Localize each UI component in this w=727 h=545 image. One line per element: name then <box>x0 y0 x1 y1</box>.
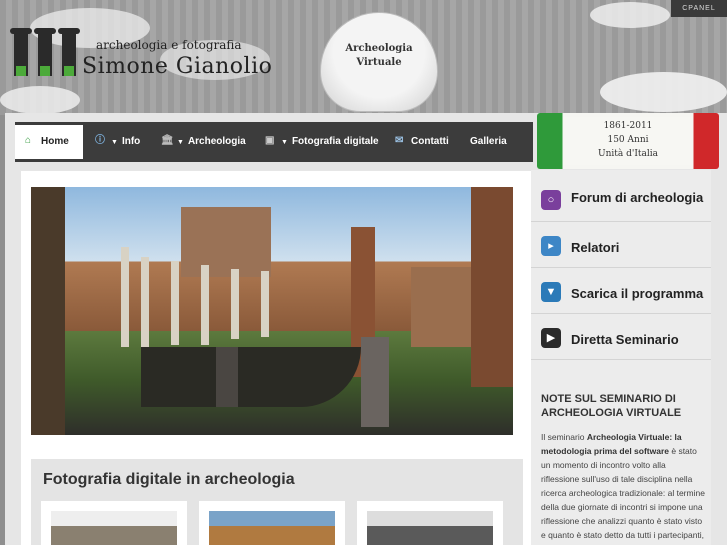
cpanel-button[interactable]: CPANEL <box>671 0 727 17</box>
forum-icon: ○ <box>541 190 561 210</box>
nav-contatti-label: Contatti <box>411 136 449 147</box>
note-text: Il seminario Archeologia Virtuale: la me… <box>541 430 706 545</box>
thumbnail-card[interactable] <box>357 501 503 545</box>
hero-image-villa-adriana[interactable] <box>31 187 513 435</box>
unita-italia-banner[interactable]: 1861-2011 150 Anni Unità d'Italia <box>537 113 719 169</box>
featured-section: Fotografia digitale in archeologia <box>31 459 523 545</box>
cloud <box>0 86 80 114</box>
info-icon: ⓘ <box>95 135 105 147</box>
nav-info-label: Info <box>121 136 141 147</box>
video-icon: ▶ <box>541 328 561 348</box>
nav-archeologia-label: Archeologia <box>187 136 246 147</box>
home-icon: ⌂ <box>25 135 32 147</box>
sidebar-item-programma[interactable]: ▼ Scarica il programma <box>531 268 711 314</box>
sidebar: ○ Forum di archeologia ▸ Relatori ▼ Scar… <box>531 170 711 545</box>
thumbnail-card[interactable] <box>41 501 187 545</box>
nav-fotografia-label: Fotografia digitale <box>291 136 379 147</box>
section-title: Fotografia digitale in archeologia <box>43 471 295 488</box>
balloon-line2: Virtuale <box>356 57 402 68</box>
banner-line1: 1861-2011 <box>603 121 653 131</box>
thumbnail-card[interactable] <box>199 501 345 545</box>
nav-info[interactable]: ⓘ ▼ Info <box>95 122 140 162</box>
sidebar-item-label: Relatori <box>571 240 620 255</box>
download-icon: ▼ <box>541 282 561 302</box>
sidebar-item-label: Scarica il programma <box>571 286 704 301</box>
mail-icon: ✉ <box>395 135 404 147</box>
note-rest: è stato un momento di incontro volto all… <box>541 446 705 545</box>
balloon-line1: Archeologia <box>345 43 413 54</box>
note-title: NOTE SUL SEMINARIO DI ARCHEOLOGIA VIRTUA… <box>541 393 682 419</box>
main-navigation: ⌂ Home ⓘ ▼ Info 🏛 ▼ Archeologia ▣ ▼ Fotografia … <box>15 122 533 162</box>
nav-galleria[interactable]: Galleria <box>470 122 507 162</box>
nav-fotografia[interactable]: ▣ ▼ Fotografia digitale <box>265 122 379 162</box>
content-area: Fotografia digitale in archeologia <box>21 171 533 545</box>
megaphone-icon: ▸ <box>541 236 561 256</box>
cloud <box>590 2 670 28</box>
nav-home[interactable]: ⌂ Home <box>15 125 83 159</box>
nav-archeologia[interactable]: 🏛 ▼ Archeologia <box>161 122 246 162</box>
sidebar-item-diretta[interactable]: ▶ Diretta Seminario <box>531 314 711 360</box>
logo-columns-icon[interactable] <box>10 28 80 84</box>
banner-line3: Unità d'Italia <box>598 149 658 159</box>
logo-subtitle[interactable]: archeologia e fotografia <box>96 38 242 52</box>
nav-contatti[interactable]: ✉ Contatti <box>395 122 449 162</box>
cloud <box>600 72 727 112</box>
camera-icon: ▣ <box>265 135 275 147</box>
logo-title[interactable]: Simone Gianolio <box>82 54 272 79</box>
sidebar-item-relatori[interactable]: ▸ Relatori <box>531 222 711 268</box>
banner-line2: 150 Anni <box>607 135 649 145</box>
sidebar-item-label: Diretta Seminario <box>571 332 679 347</box>
sidebar-item-forum[interactable]: ○ Forum di archeologia <box>531 176 711 222</box>
note-intro: Il seminario <box>541 432 587 442</box>
temple-icon: 🏛 <box>161 135 174 147</box>
nav-galleria-label: Galleria <box>470 136 507 147</box>
sidebar-item-label: Forum di archeologia <box>571 190 704 205</box>
nav-home-label: Home <box>41 136 69 147</box>
